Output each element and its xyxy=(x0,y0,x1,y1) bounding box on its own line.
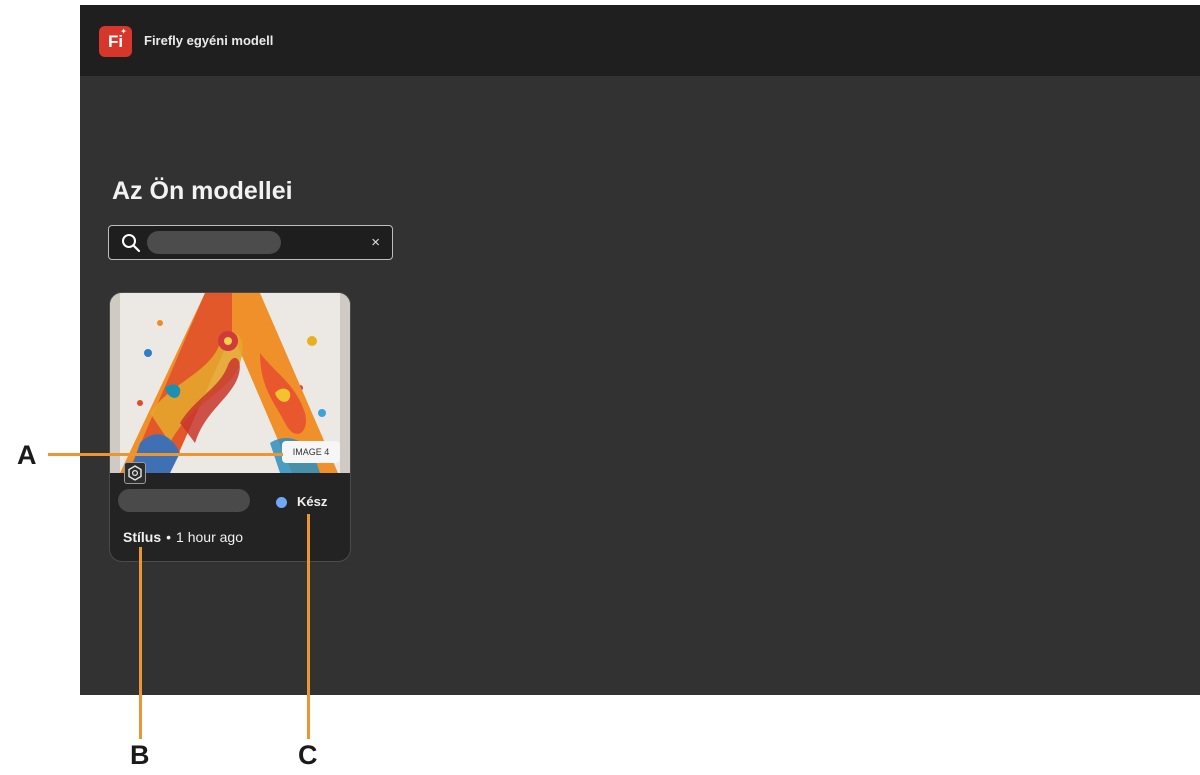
search-input[interactable] xyxy=(147,231,281,254)
app-title: Firefly egyéni modell xyxy=(144,33,274,48)
style-model-icon xyxy=(124,462,146,484)
page-title: Az Ön modellei xyxy=(112,177,293,205)
status-dot xyxy=(276,497,287,508)
image-count-badge: IMAGE 4 xyxy=(282,441,340,463)
model-time: 1 hour ago xyxy=(176,529,243,545)
search-icon xyxy=(122,234,141,253)
callout-line-c xyxy=(307,514,310,739)
model-meta: Stílus • 1 hour ago xyxy=(123,528,243,546)
meta-separator: • xyxy=(166,529,172,545)
callout-label-b: B xyxy=(130,740,150,770)
model-card[interactable]: IMAGE 4 Kész Stílus • 1 hour ago xyxy=(109,292,351,562)
clear-search-button[interactable]: × xyxy=(371,232,380,254)
app-window: Fi ✦ Firefly egyéni modell Az Ön modelle… xyxy=(80,5,1200,695)
model-type: Stílus xyxy=(123,529,162,545)
status-label: Kész xyxy=(297,494,328,509)
callout-line-b xyxy=(139,547,142,739)
callout-label-a: A xyxy=(17,440,37,470)
firefly-logo-icon[interactable]: Fi ✦ xyxy=(99,26,132,57)
search-bar: × xyxy=(108,225,393,260)
logo-spark-icon: ✦ xyxy=(120,27,127,36)
top-bar: Fi ✦ Firefly egyéni modell xyxy=(80,5,1200,76)
callout-label-c: C xyxy=(298,740,318,770)
callout-line-a xyxy=(48,453,283,456)
model-name-placeholder xyxy=(118,489,250,512)
